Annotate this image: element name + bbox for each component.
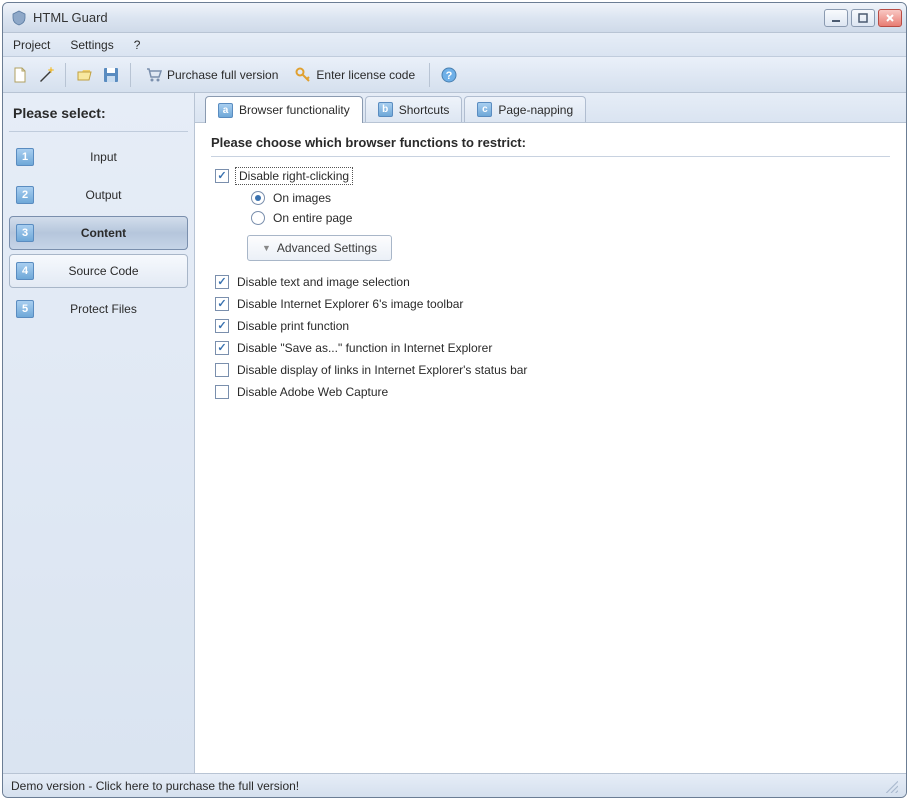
license-button[interactable]: Enter license code [288,64,421,86]
option-label[interactable]: Disable "Save as..." function in Interne… [237,341,492,355]
menu-settings[interactable]: Settings [66,36,117,54]
advanced-settings-button[interactable]: ▼ Advanced Settings [247,235,392,261]
step-number-icon: 2 [16,186,34,204]
cart-icon [145,66,163,84]
sidebar-item-label: Input [44,150,181,164]
sidebar-item-source-code[interactable]: 4 Source Code [9,254,188,288]
advanced-label: Advanced Settings [277,241,377,255]
checkbox[interactable] [215,297,229,311]
titlebar: HTML Guard [3,3,906,33]
option-row: Disable Internet Explorer 6's image tool… [211,297,890,311]
main-panel: a Browser functionality b Shortcuts c Pa… [195,93,906,773]
sidebar-title: Please select: [9,101,188,132]
radio[interactable] [251,211,265,225]
license-label: Enter license code [316,68,415,82]
window-title: HTML Guard [33,10,824,25]
checkbox[interactable] [215,363,229,377]
checkbox[interactable] [215,275,229,289]
radio-on-images: On images [247,191,890,205]
sidebar-item-protect-files[interactable]: 5 Protect Files [9,292,188,326]
toolbar-separator [429,63,430,87]
option-row: Disable print function [211,319,890,333]
window-controls [824,9,902,27]
option-label[interactable]: Disable display of links in Internet Exp… [237,363,527,377]
checkbox[interactable] [215,319,229,333]
radio-label[interactable]: On images [273,191,331,205]
sidebar-item-output[interactable]: 2 Output [9,178,188,212]
help-icon[interactable]: ? [438,64,460,86]
rightclick-suboptions: On images On entire page [247,191,890,225]
checkbox[interactable] [215,385,229,399]
tab-browser-functionality[interactable]: a Browser functionality [205,96,363,123]
content-area: Please choose which browser functions to… [195,123,906,773]
wand-icon[interactable] [35,64,57,86]
option-label[interactable]: Disable right-clicking [237,169,351,183]
sidebar-item-content[interactable]: 3 Content [9,216,188,250]
option-row: Disable Adobe Web Capture [211,385,890,399]
new-icon[interactable] [9,64,31,86]
checkbox[interactable] [215,169,229,183]
content-heading: Please choose which browser functions to… [211,135,890,157]
option-row: Disable display of links in Internet Exp… [211,363,890,377]
tab-label: Shortcuts [399,103,450,117]
step-number-icon: 4 [16,262,34,280]
option-disable-rightclick: Disable right-clicking [211,169,890,183]
sidebar: Please select: 1 Input 2 Output 3 Content 4 Sou… [3,93,195,773]
option-label[interactable]: Disable Adobe Web Capture [237,385,388,399]
purchase-button[interactable]: Purchase full version [139,64,284,86]
app-icon [11,10,27,26]
toolbar-separator [65,63,66,87]
tab-shortcuts[interactable]: b Shortcuts [365,96,463,122]
menubar: Project Settings ? [3,33,906,57]
checkbox[interactable] [215,341,229,355]
save-icon[interactable] [100,64,122,86]
radio-on-entire-page: On entire page [247,211,890,225]
tab-page-napping[interactable]: c Page-napping [464,96,586,122]
svg-text:?: ? [446,70,453,82]
option-label[interactable]: Disable print function [237,319,349,333]
menu-help[interactable]: ? [130,36,145,54]
option-label[interactable]: Disable text and image selection [237,275,410,289]
option-row: Disable text and image selection [211,275,890,289]
tab-label: Browser functionality [239,103,350,117]
purchase-label: Purchase full version [167,68,278,82]
minimize-button[interactable] [824,9,848,27]
close-button[interactable] [878,9,902,27]
radio[interactable] [251,191,265,205]
tab-label: Page-napping [498,103,573,117]
sidebar-item-label: Output [44,188,181,202]
step-number-icon: 1 [16,148,34,166]
option-row: Disable "Save as..." function in Interne… [211,341,890,355]
sidebar-item-label: Protect Files [44,302,181,316]
app-window: HTML Guard Project Settings ? [2,2,907,798]
tabs: a Browser functionality b Shortcuts c Pa… [195,93,906,123]
sidebar-item-label: Content [44,226,181,240]
statusbar[interactable]: Demo version - Click here to purchase th… [3,773,906,797]
radio-label[interactable]: On entire page [273,211,352,225]
body-area: Please select: 1 Input 2 Output 3 Content 4 Sou… [3,93,906,773]
menu-project[interactable]: Project [9,36,54,54]
open-icon[interactable] [74,64,96,86]
sidebar-item-input[interactable]: 1 Input [9,140,188,174]
option-label[interactable]: Disable Internet Explorer 6's image tool… [237,297,463,311]
tab-letter-icon: a [218,103,233,118]
tab-letter-icon: c [477,102,492,117]
chevron-down-icon: ▼ [262,243,271,253]
toolbar: Purchase full version Enter license code… [3,57,906,93]
toolbar-separator [130,63,131,87]
resize-grip-icon[interactable] [884,779,898,793]
key-icon [294,66,312,84]
tab-letter-icon: b [378,102,393,117]
status-text: Demo version - Click here to purchase th… [11,779,299,793]
step-number-icon: 3 [16,224,34,242]
sidebar-item-label: Source Code [44,264,181,278]
step-number-icon: 5 [16,300,34,318]
maximize-button[interactable] [851,9,875,27]
